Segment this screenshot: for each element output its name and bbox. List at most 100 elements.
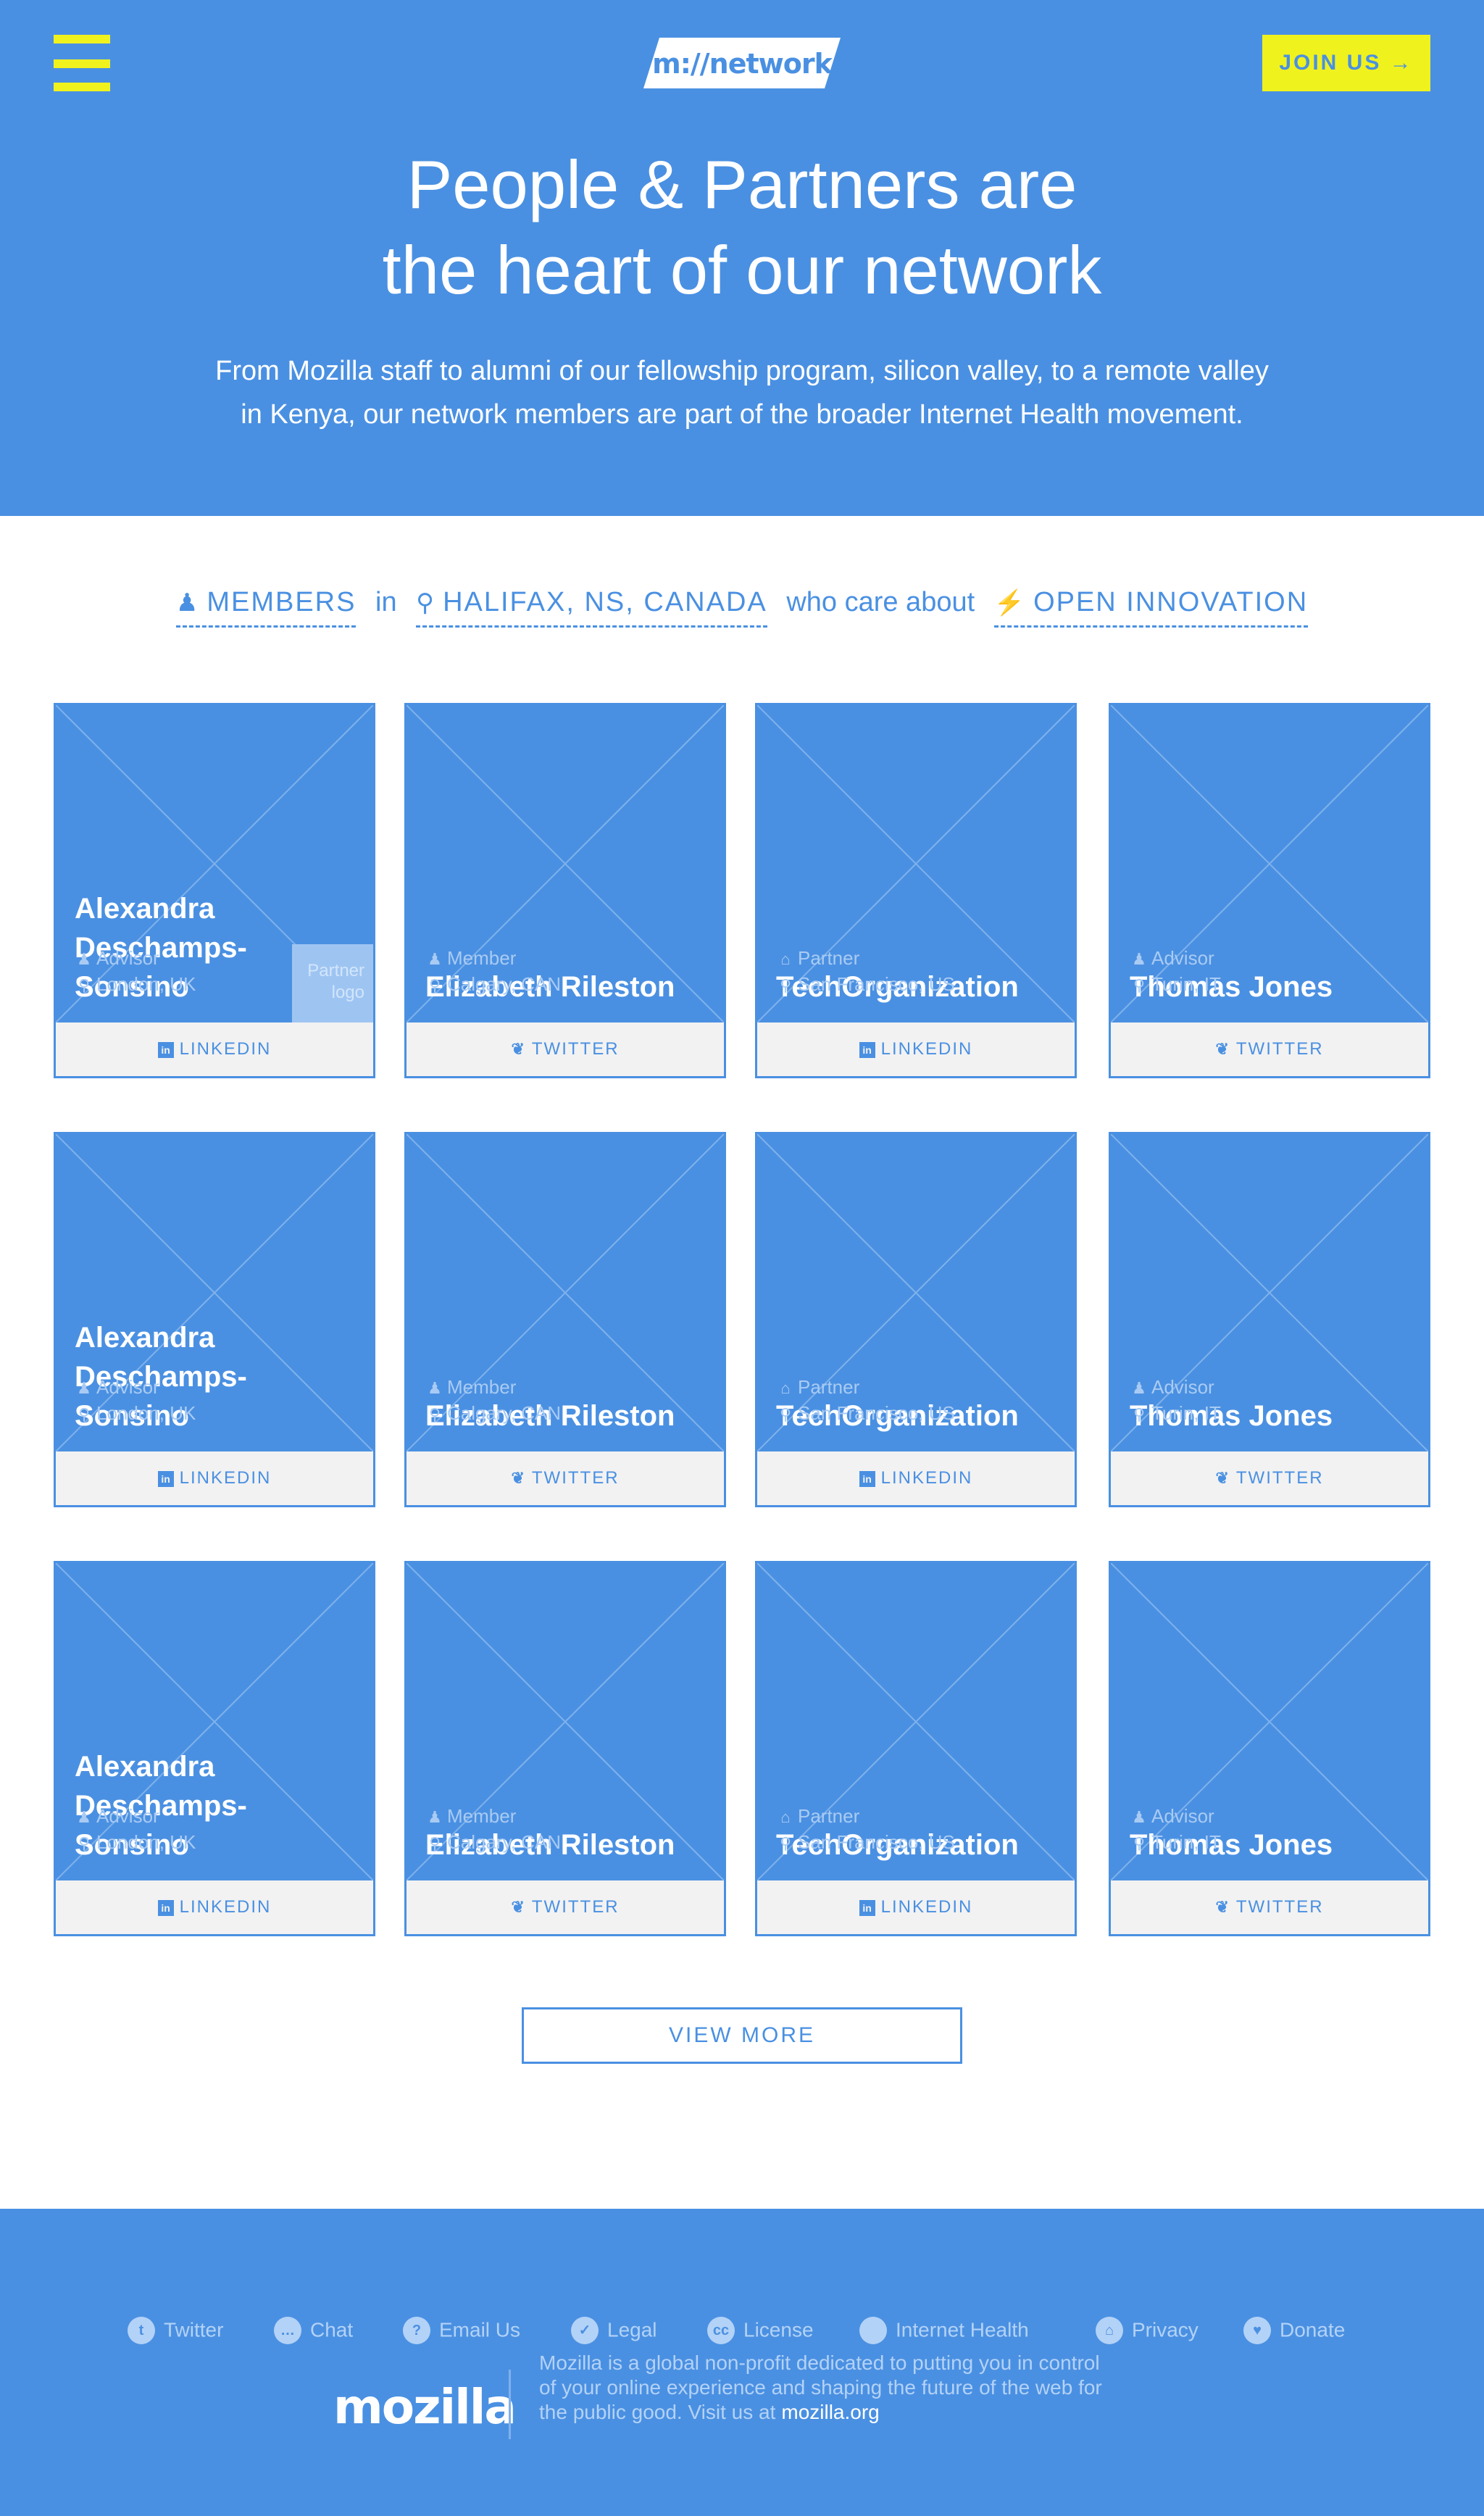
internet-health-icon xyxy=(859,2316,887,2344)
member-card[interactable]: Alexandra Deschamps-Sonsino ♟ Advisor ⚲ Lond… xyxy=(54,1561,375,1936)
map-pin-icon: ⚲ xyxy=(428,1834,441,1852)
member-filter: ♟ MEMBERS in ⚲ HALIFAX, NS, CANADA who car… xyxy=(0,584,1484,628)
filter-who[interactable]: ♟ MEMBERS xyxy=(175,584,357,628)
member-location: ⚲ Calgary, CAN xyxy=(425,1401,561,1427)
page-title-line-1: People & Partners are xyxy=(407,146,1077,222)
linkedin-link[interactable]: in LINKEDIN xyxy=(757,1451,1075,1505)
footer-link-donate[interactable]: ♥ Donate xyxy=(1243,2307,1345,2351)
linkedin-link[interactable]: in LINKEDIN xyxy=(56,1451,373,1505)
member-location: ⚲ London, UK xyxy=(75,972,196,998)
map-pin-icon: ⚲ xyxy=(78,1834,91,1852)
linkedin-link[interactable]: in LINKEDIN xyxy=(56,1022,373,1076)
footer-link-email-us[interactable]: ? Email Us xyxy=(403,2307,520,2351)
member-card[interactable]: Alexandra Deschamps-Sonsino ♟ Advisor ⚲ Lond… xyxy=(54,703,375,1078)
twitter-link[interactable]: ❦ TWITTER xyxy=(1111,1022,1428,1076)
map-pin-icon: ⚲ xyxy=(428,1405,441,1423)
linkedin-link[interactable]: in LINKEDIN xyxy=(757,1880,1075,1934)
filter-where[interactable]: ⚲ HALIFAX, NS, CANADA xyxy=(416,584,767,628)
member-location: ⚲ Calgary, CAN xyxy=(425,972,561,998)
member-card[interactable]: Thomas Jones ♟ Advisor ⚲ Turin, IT ❦ TWITTER xyxy=(1109,703,1430,1078)
footer-divider xyxy=(509,2370,511,2439)
page-subtitle: From Mozilla staff to alumni of our fell… xyxy=(145,349,1339,436)
map-pin-icon: ⚲ xyxy=(779,976,792,994)
check-icon: ✓ xyxy=(571,2316,599,2344)
twitter-link[interactable]: ❦ TWITTER xyxy=(407,1451,724,1505)
map-pin-icon: ⚲ xyxy=(78,976,91,994)
map-pin-icon: ⚲ xyxy=(78,1405,91,1423)
user-icon: ♟ xyxy=(77,950,91,968)
mozilla-org-link[interactable]: mozilla.org xyxy=(781,2401,879,2423)
twitter-link[interactable]: ❦ TWITTER xyxy=(407,1880,724,1934)
user-icon: ♟ xyxy=(77,1808,91,1826)
page-title: People & Partners are the heart of our n… xyxy=(0,142,1484,313)
member-role: ♟ Member xyxy=(425,946,516,972)
footer-link-legal[interactable]: ✓ Legal xyxy=(571,2307,657,2351)
member-card[interactable]: Thomas Jones ♟ Advisor ⚲ Turin, IT ❦ TWITTER xyxy=(1109,1132,1430,1507)
linkedin-icon: in xyxy=(157,1042,174,1058)
twitter-link[interactable]: ❦ TWITTER xyxy=(1111,1880,1428,1934)
help-icon: ? xyxy=(403,2316,430,2344)
member-card[interactable]: TechOrganization ⌂ Partner ⚲ San Francisco, … xyxy=(755,1132,1077,1507)
member-location: ⚲ London, UK xyxy=(75,1401,196,1427)
map-pin-icon: ⚲ xyxy=(1133,1834,1146,1852)
map-pin-icon: ⚲ xyxy=(779,1405,792,1423)
mozilla-logo[interactable]: mozilla xyxy=(333,2377,517,2438)
user-icon: ♟ xyxy=(428,1808,442,1826)
view-more-button[interactable]: VIEW MORE xyxy=(522,2007,962,2064)
join-us-button[interactable]: JOIN US → xyxy=(1262,35,1430,91)
member-card[interactable]: Elizabeth Rileston ♟ Member ⚲ Calgary, CAN ❦ T… xyxy=(404,1561,726,1936)
filter-topic[interactable]: ⚡ OPEN INNOVATION xyxy=(993,584,1309,628)
building-icon: ⌂ xyxy=(780,1379,791,1397)
member-role: ♟ Member xyxy=(425,1375,516,1401)
chat-icon: … xyxy=(274,2316,301,2344)
member-card[interactable]: Elizabeth Rileston ♟ Member ⚲ Calgary, CAN ❦ T… xyxy=(404,1132,726,1507)
footer-links: t Twitter … Chat ? Email Us ✓ Legal cc License Int… xyxy=(0,2307,1484,2351)
footer: t Twitter … Chat ? Email Us ✓ Legal cc License Int… xyxy=(0,2209,1484,2516)
member-role: ♟ Advisor xyxy=(1130,1804,1214,1830)
linkedin-icon: in xyxy=(157,1900,174,1916)
page-title-line-2: the heart of our network xyxy=(382,232,1102,308)
map-pin-icon: ⚲ xyxy=(428,976,441,994)
member-role: ⌂ Partner xyxy=(776,1375,859,1401)
member-card[interactable]: Elizabeth Rileston ♟ Member ⚲ Calgary, CAN ❦ T… xyxy=(404,703,726,1078)
linkedin-icon: in xyxy=(859,1471,875,1487)
member-card[interactable]: Alexandra Deschamps-Sonsino ♟ Advisor ⚲ Lond… xyxy=(54,1132,375,1507)
user-icon: ♟ xyxy=(175,589,200,617)
building-icon: ⌂ xyxy=(780,1808,791,1826)
linkedin-link[interactable]: in LINKEDIN xyxy=(56,1880,373,1934)
member-card[interactable]: TechOrganization ⌂ Partner ⚲ San Francisco, … xyxy=(755,703,1077,1078)
member-location: ⚲ San Francisco, US xyxy=(776,1401,955,1427)
member-location: ⚲ Turin, IT xyxy=(1130,972,1221,998)
member-location: ⚲ London, UK xyxy=(75,1830,196,1856)
linkedin-icon: in xyxy=(157,1471,174,1487)
menu-icon[interactable] xyxy=(54,35,110,91)
footer-link-privacy[interactable]: ⌂ Privacy xyxy=(1096,2307,1199,2351)
creative-commons-icon: cc xyxy=(707,2316,735,2344)
member-card[interactable]: Thomas Jones ♟ Advisor ⚲ Turin, IT ❦ TWITTER xyxy=(1109,1561,1430,1936)
user-icon: ♟ xyxy=(1132,1808,1146,1826)
linkedin-link[interactable]: in LINKEDIN xyxy=(757,1022,1075,1076)
map-pin-icon: ⚲ xyxy=(1133,1405,1146,1423)
user-icon: ♟ xyxy=(77,1379,91,1397)
lock-icon: ⌂ xyxy=(1096,2316,1123,2344)
footer-link-twitter[interactable]: t Twitter xyxy=(128,2307,223,2351)
member-role: ♟ Member xyxy=(425,1804,516,1830)
member-role: ♟ Advisor xyxy=(75,1804,159,1830)
member-card[interactable]: TechOrganization ⌂ Partner ⚲ San Francisco, … xyxy=(755,1561,1077,1936)
member-location: ⚲ Calgary, CAN xyxy=(425,1830,561,1856)
member-location: ⚲ Turin, IT xyxy=(1130,1830,1221,1856)
partner-logo[interactable]: Partner logo xyxy=(292,944,373,1022)
network-logo[interactable]: m://network xyxy=(643,38,841,88)
footer-link-internet-health[interactable]: Internet Health xyxy=(859,2307,1029,2351)
map-pin-icon: ⚲ xyxy=(416,589,436,617)
building-icon: ⌂ xyxy=(780,950,791,968)
footer-link-chat[interactable]: … Chat xyxy=(274,2307,353,2351)
twitter-link[interactable]: ❦ TWITTER xyxy=(407,1022,724,1076)
twitter-link[interactable]: ❦ TWITTER xyxy=(1111,1451,1428,1505)
linkedin-icon: in xyxy=(859,1900,875,1916)
logo-text: m://network xyxy=(652,48,833,80)
user-icon: ♟ xyxy=(1132,1379,1146,1397)
twitter-icon: ❦ xyxy=(1215,1898,1230,1916)
footer-link-license[interactable]: cc License xyxy=(707,2307,814,2351)
hero-header: m://network JOIN US → People & Partners … xyxy=(0,0,1484,516)
